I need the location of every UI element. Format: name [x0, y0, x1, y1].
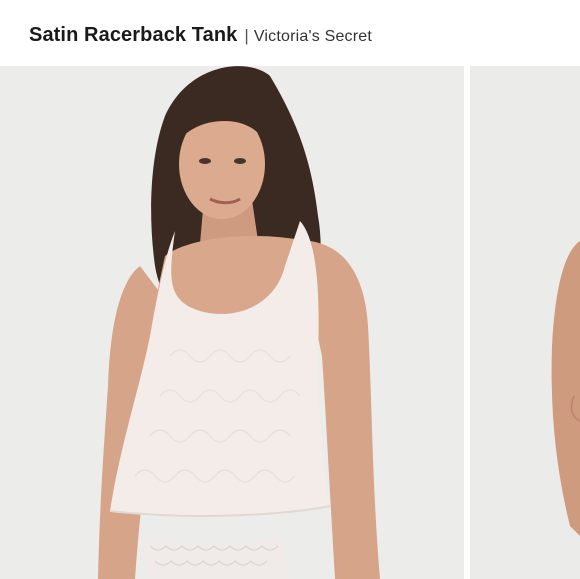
model-front-photo-icon — [0, 66, 464, 579]
title-separator: | — [244, 26, 249, 45]
product-title: Satin Racerback Tank | Victoria's Secret — [29, 24, 372, 47]
product-image-gallery[interactable] — [0, 66, 580, 579]
product-name: Satin Racerback Tank — [29, 24, 238, 46]
model-side-photo-icon — [470, 66, 580, 579]
product-image-next[interactable] — [470, 66, 580, 579]
product-header: Satin Racerback Tank | Victoria's Secret — [0, 0, 580, 66]
product-image-main[interactable] — [0, 66, 464, 579]
brand-name[interactable]: Victoria's Secret — [254, 28, 372, 46]
